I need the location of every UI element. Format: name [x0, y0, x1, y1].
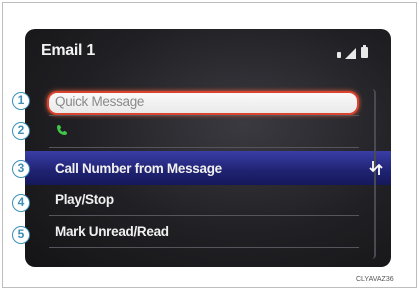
header-bar: Email 1	[25, 29, 391, 65]
display-screen: Email 1 Quick Message Call Number from M…	[25, 29, 391, 267]
battery-icon	[361, 45, 368, 58]
divider	[49, 115, 359, 116]
menu-item-call-number[interactable]: Call Number from Message	[25, 151, 391, 185]
return-icon[interactable]	[367, 159, 385, 179]
callout-2: 2	[12, 122, 30, 140]
status-icons	[337, 45, 385, 61]
menu-item-play-stop[interactable]: Play/Stop	[25, 187, 391, 213]
menu-item-mark-unread-read[interactable]: Mark Unread/Read	[25, 219, 391, 245]
bluetooth-icon	[337, 52, 341, 58]
menu-item-quick-message[interactable]: Quick Message	[25, 91, 391, 117]
menu-item-label: Quick Message	[55, 94, 145, 109]
callout-4: 4	[12, 194, 30, 212]
screen-title: Email 1	[41, 42, 95, 59]
callout-5: 5	[12, 226, 30, 244]
menu-item-label: Call Number from Message	[55, 161, 222, 176]
divider	[49, 147, 359, 148]
image-caption: CLYAVAZ36	[356, 276, 394, 283]
callout-1: 1	[12, 92, 30, 110]
signal-icon	[345, 48, 356, 59]
menu-item-call[interactable]	[25, 119, 391, 145]
menu-item-label: Play/Stop	[55, 192, 114, 207]
phone-icon	[55, 123, 69, 137]
figure-frame: Email 1 Quick Message Call Number from M…	[2, 2, 417, 288]
menu-item-label: Mark Unread/Read	[55, 224, 169, 239]
divider	[49, 247, 359, 248]
divider	[49, 215, 359, 216]
callout-3: 3	[12, 160, 30, 178]
